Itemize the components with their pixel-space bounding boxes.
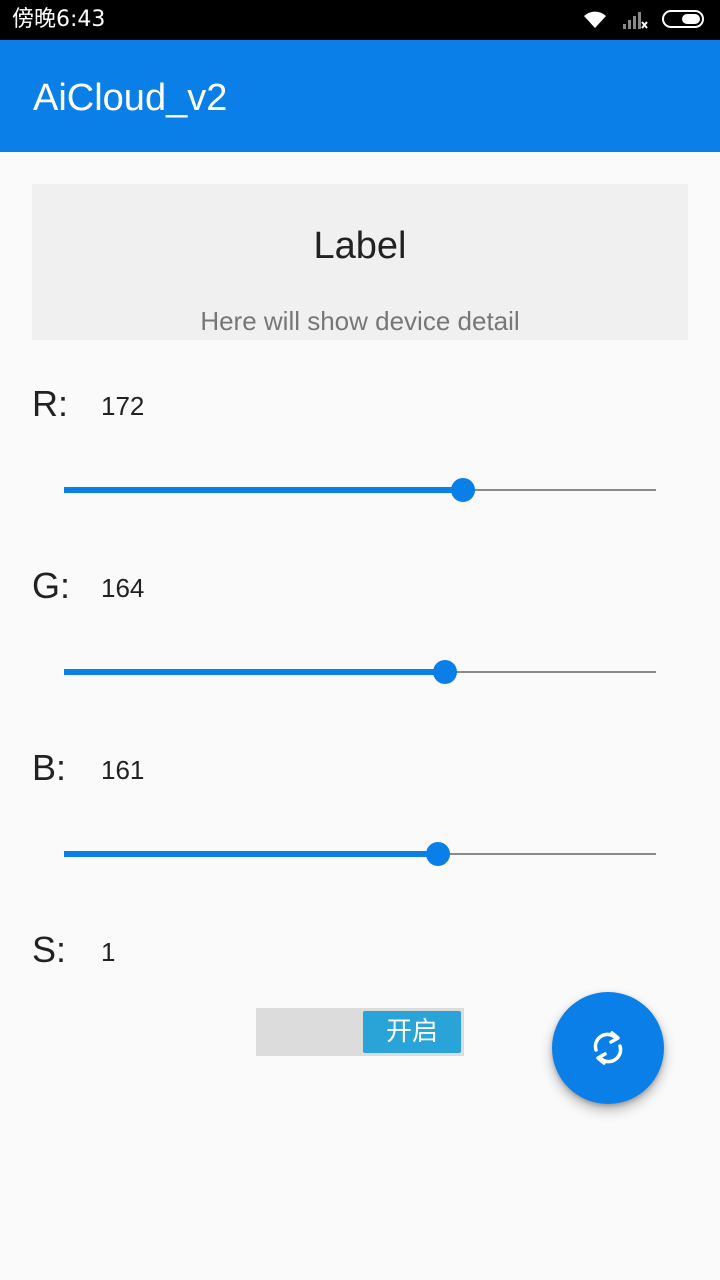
status-time: 傍晚6:43 — [12, 7, 106, 32]
slider-thumb[interactable] — [433, 660, 457, 684]
switch-value: 1 — [101, 937, 116, 967]
wifi-icon — [584, 11, 606, 28]
switch-label: S: — [32, 929, 67, 970]
green-slider[interactable] — [64, 657, 656, 687]
status-icons — [582, 8, 704, 30]
app-bar: AiCloud_v2 — [0, 40, 720, 152]
detail-label: Label — [313, 225, 407, 267]
status-bar: 傍晚6:43 — [0, 0, 720, 40]
green-channel-label: G: — [32, 565, 71, 606]
app-title: AiCloud_v2 — [33, 77, 228, 119]
green-channel-value: 164 — [101, 573, 145, 603]
red-slider[interactable] — [64, 475, 656, 505]
detail-subtitle: Here will show device detail — [200, 306, 520, 336]
slider-fill — [64, 487, 463, 493]
red-channel-value: 172 — [101, 391, 145, 421]
slider-thumb[interactable] — [451, 478, 475, 502]
device-detail-card: Label Here will show device detail — [32, 184, 688, 340]
slider-fill — [64, 851, 438, 857]
battery-icon — [662, 10, 704, 28]
slider-thumb[interactable] — [426, 842, 450, 866]
refresh-icon — [593, 1031, 623, 1065]
blue-slider[interactable] — [64, 839, 656, 869]
blue-channel-value: 161 — [101, 755, 145, 785]
power-toggle[interactable]: 开启 — [256, 1008, 464, 1056]
refresh-button[interactable] — [552, 992, 664, 1104]
red-channel-label: R: — [32, 383, 68, 424]
toggle-on-label: 开启 — [363, 1011, 461, 1053]
slider-fill — [64, 669, 445, 675]
blue-channel-label: B: — [32, 747, 67, 788]
signal-icon — [623, 12, 648, 29]
